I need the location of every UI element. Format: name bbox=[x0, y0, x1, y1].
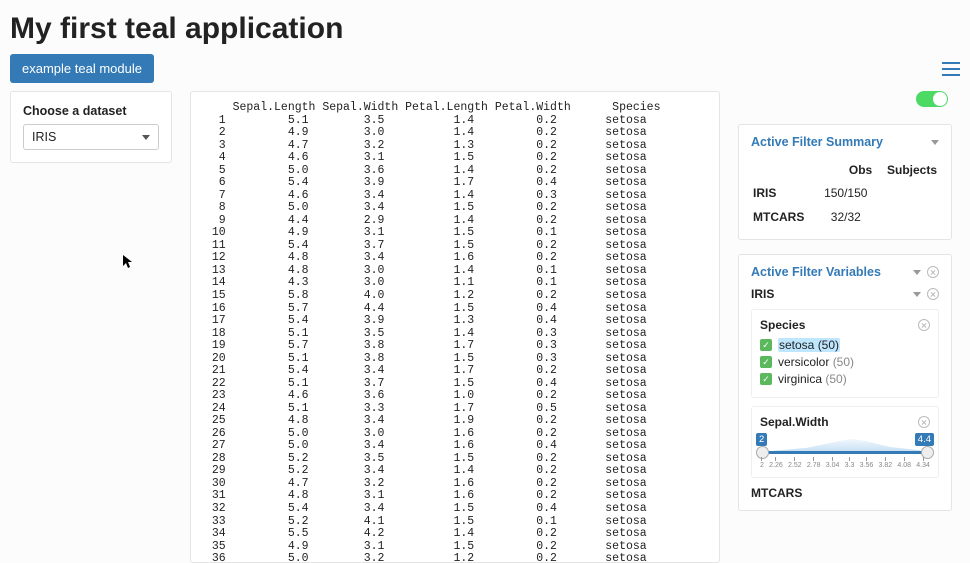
close-icon[interactable] bbox=[918, 319, 930, 331]
filter-summary-card: Active Filter Summary ObsSubjects IRIS15… bbox=[738, 124, 952, 240]
chevron-down-icon bbox=[931, 140, 939, 145]
checkbox-icon: ✓ bbox=[760, 373, 772, 385]
slider-tick: 3.04 bbox=[826, 457, 840, 469]
dataset-chooser-panel: Choose a dataset IRIS bbox=[10, 91, 172, 163]
chevron-down-icon bbox=[913, 292, 921, 297]
summary-row: IRIS150/150 bbox=[751, 181, 939, 205]
slider-tick: 2 bbox=[760, 457, 764, 469]
slider-min-label: 2 bbox=[756, 433, 767, 446]
chevron-down-icon bbox=[913, 270, 921, 275]
sepal-width-label: Sepal.Width bbox=[760, 415, 829, 429]
summary-row: MTCARS32/32 bbox=[751, 205, 939, 229]
summary-col bbox=[751, 159, 817, 181]
species-option[interactable]: ✓virginica (50) bbox=[760, 372, 930, 386]
example-module-button[interactable]: example teal module bbox=[10, 54, 154, 83]
dataset-select[interactable]: IRIS bbox=[23, 124, 159, 150]
slider-max-label: 4.4 bbox=[915, 433, 934, 446]
page-title: My first teal application bbox=[0, 0, 970, 54]
filter-dataset-header[interactable]: IRIS bbox=[751, 287, 939, 301]
close-icon[interactable] bbox=[927, 266, 939, 278]
hamburger-icon[interactable] bbox=[942, 62, 960, 76]
filter-toggle[interactable] bbox=[916, 91, 948, 107]
close-icon[interactable] bbox=[918, 416, 930, 428]
slider-tick: 4.08 bbox=[897, 457, 911, 469]
slider-tick: 3.56 bbox=[860, 457, 874, 469]
checkbox-icon: ✓ bbox=[760, 356, 772, 368]
slider-tick: 2.26 bbox=[769, 457, 783, 469]
species-filter-label: Species bbox=[760, 318, 805, 332]
data-output-panel: Sepal.Length Sepal.Width Petal.Length Pe… bbox=[190, 91, 720, 563]
close-icon[interactable] bbox=[927, 288, 939, 300]
slider-tick: 2.78 bbox=[807, 457, 821, 469]
filter-summary-title: Active Filter Summary bbox=[751, 135, 883, 149]
slider-tick: 3.3 bbox=[845, 457, 855, 469]
sepal-width-slider[interactable]: 2 4.4 22.262.522.783.043.33.563.824.084.… bbox=[760, 435, 930, 469]
dataset-label: Choose a dataset bbox=[23, 104, 159, 118]
mtcars-dataset-header[interactable]: MTCARS bbox=[751, 486, 939, 500]
data-dump: Sepal.Length Sepal.Width Petal.Length Pe… bbox=[205, 102, 705, 563]
slider-tick: 4.34 bbox=[916, 457, 930, 469]
filter-summary-header[interactable]: Active Filter Summary bbox=[751, 135, 939, 149]
slider-tick: 3.82 bbox=[879, 457, 893, 469]
summary-col: Obs bbox=[817, 159, 874, 181]
filter-vars-header[interactable]: Active Filter Variables bbox=[751, 265, 939, 279]
filter-dataset-name: IRIS bbox=[751, 287, 774, 301]
filter-vars-title: Active Filter Variables bbox=[751, 265, 881, 279]
slider-tick: 2.52 bbox=[788, 457, 802, 469]
species-option[interactable]: ✓versicolor (50) bbox=[760, 355, 930, 369]
checkbox-icon: ✓ bbox=[760, 339, 772, 351]
sepal-width-filter: Sepal.Width 2 4.4 22.262.522.783.043.33.… bbox=[751, 406, 939, 478]
summary-col: Subjects bbox=[874, 159, 939, 181]
chevron-down-icon bbox=[142, 135, 150, 140]
species-option[interactable]: ✓setosa (50) bbox=[760, 338, 930, 352]
filter-summary-table: ObsSubjects IRIS150/150MTCARS32/32 bbox=[751, 159, 939, 229]
filter-vars-card: Active Filter Variables IRIS Species bbox=[738, 254, 952, 511]
species-filter: Species ✓setosa (50) ✓versicolor (50) ✓vir… bbox=[751, 309, 939, 398]
dataset-select-value: IRIS bbox=[32, 130, 56, 144]
